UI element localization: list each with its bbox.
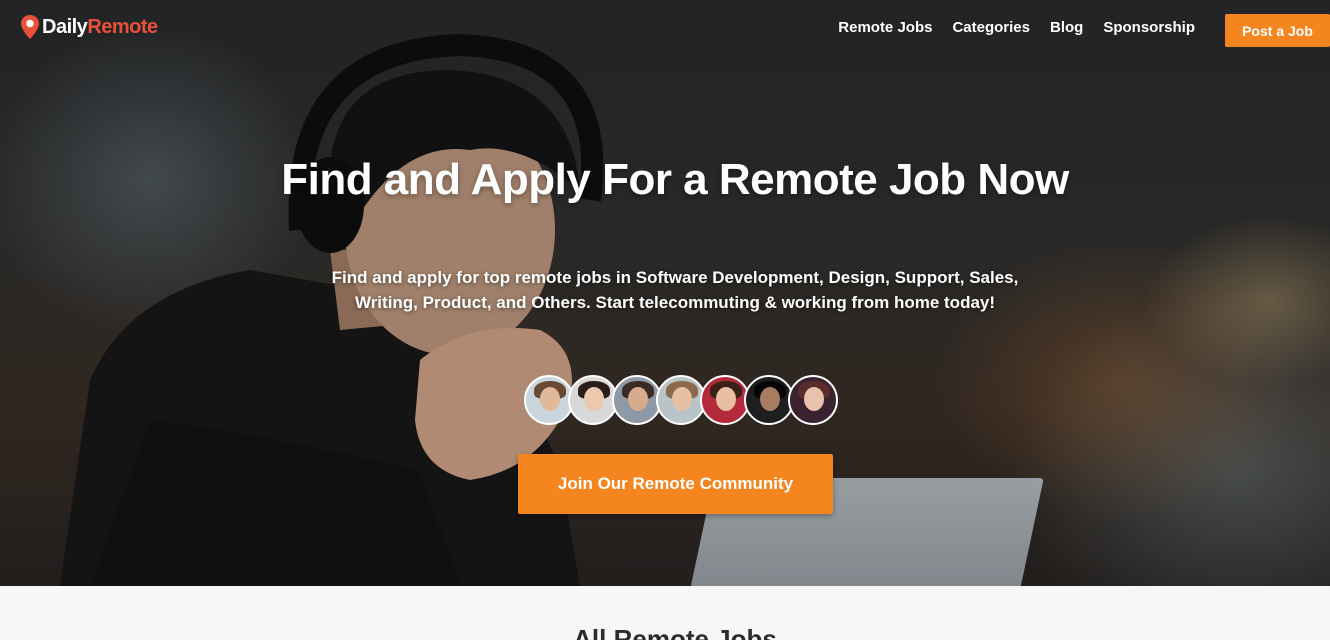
top-navigation: DailyRemote Remote Jobs Categories Blog … — [0, 0, 1330, 58]
avatar — [700, 375, 750, 425]
nav-link-remote-jobs[interactable]: Remote Jobs — [838, 19, 932, 36]
avatar — [656, 375, 706, 425]
section-title: All Remote Jobs — [573, 624, 777, 640]
logo-text: DailyRemote — [42, 16, 158, 39]
nav-link-categories[interactable]: Categories — [952, 19, 1030, 36]
avatar — [612, 375, 662, 425]
logo-daily: Daily — [42, 15, 88, 38]
daily-remote-logo[interactable]: DailyRemote — [20, 14, 158, 40]
nav-link-blog[interactable]: Blog — [1050, 19, 1083, 36]
join-community-button[interactable]: Join Our Remote Community — [518, 454, 833, 514]
nav-links: Remote Jobs Categories Blog Sponsorship — [838, 19, 1195, 36]
avatar — [568, 375, 618, 425]
avatar — [744, 375, 794, 425]
avatar — [524, 375, 574, 425]
hero-headline: Find and Apply For a Remote Job Now — [281, 155, 1069, 204]
avatar — [788, 375, 838, 425]
hero-subtext: Find and apply for top remote jobs in So… — [331, 268, 1019, 312]
nav-link-sponsorship[interactable]: Sponsorship — [1103, 19, 1195, 36]
post-a-job-button[interactable]: Post a Job — [1225, 14, 1330, 47]
logo-remote: Remote — [87, 15, 158, 38]
map-pin-icon — [21, 15, 39, 39]
